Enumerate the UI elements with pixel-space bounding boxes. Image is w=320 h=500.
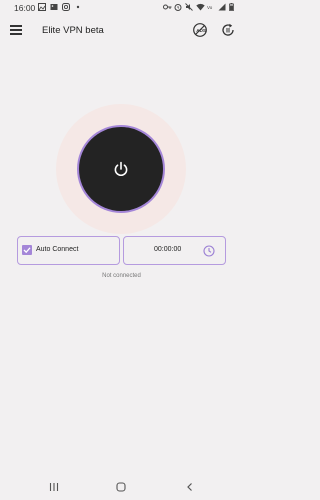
- check-icon: [23, 247, 31, 254]
- wifi-icon: [196, 3, 205, 11]
- auto-connect-card[interactable]: Auto Connect: [17, 236, 120, 265]
- image-icon: [50, 3, 58, 11]
- refresh-icon[interactable]: [220, 22, 236, 38]
- alarm-icon: [174, 3, 182, 11]
- dot-icon: [74, 3, 82, 11]
- svg-text:ADS: ADS: [196, 28, 206, 33]
- back-icon[interactable]: [185, 482, 195, 492]
- status-bar: 16:00 Vo: [0, 0, 243, 16]
- status-icons-left: [38, 3, 82, 11]
- key-icon: [163, 3, 172, 11]
- mute-icon: [185, 3, 193, 11]
- battery-icon: [229, 3, 237, 11]
- timer-value: 00:00:00: [154, 246, 182, 253]
- status-icons-right: Vo: [163, 3, 237, 11]
- auto-connect-checkbox[interactable]: [22, 245, 32, 255]
- timer-card[interactable]: 00:00:00: [123, 236, 226, 265]
- no-ads-icon[interactable]: ADS: [192, 22, 208, 38]
- power-icon: [114, 161, 128, 176]
- svg-text:Vo: Vo: [207, 5, 213, 10]
- power-ring: [77, 125, 165, 213]
- status-time: 16:00: [14, 3, 36, 13]
- navigation-bar: [0, 474, 243, 500]
- signal-icon: [218, 3, 226, 11]
- app-title: Elite VPN beta: [42, 25, 104, 36]
- recents-icon[interactable]: [49, 482, 59, 492]
- hamburger-menu-icon[interactable]: [10, 25, 22, 35]
- power-halo: [56, 104, 186, 234]
- home-icon[interactable]: [116, 482, 126, 492]
- auto-connect-label: Auto Connect: [36, 246, 79, 253]
- connection-status: Not connected: [102, 273, 141, 279]
- power-button[interactable]: [79, 127, 163, 211]
- volte-icon: Vo: [207, 3, 215, 11]
- app-bar: Elite VPN beta ADS: [0, 16, 243, 46]
- clock-icon[interactable]: [203, 245, 215, 257]
- instagram-icon: [62, 3, 70, 11]
- gallery-icon: [38, 3, 46, 11]
